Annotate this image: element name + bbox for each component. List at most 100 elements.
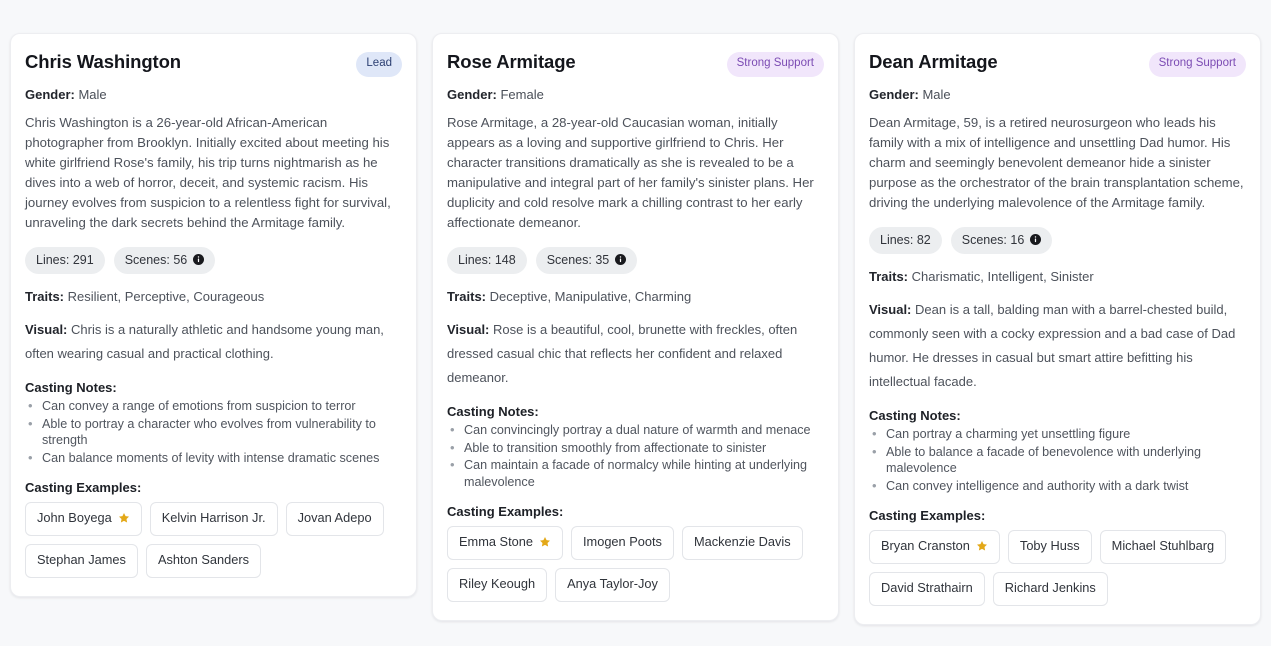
- visual-label: Visual:: [25, 322, 67, 337]
- casting-example-chip[interactable]: Bryan Cranston: [869, 530, 1000, 564]
- casting-examples-title: Casting Examples:: [869, 508, 1246, 523]
- casting-notes-list: Can convincingly portray a dual nature o…: [447, 422, 824, 490]
- casting-example-chip[interactable]: Jovan Adepo: [286, 502, 384, 536]
- casting-example-name: Kelvin Harrison Jr.: [162, 512, 266, 525]
- traits-label: Traits:: [25, 289, 64, 304]
- traits-value: Deceptive, Manipulative, Charming: [490, 289, 692, 304]
- casting-example-chip[interactable]: Kelvin Harrison Jr.: [150, 502, 278, 536]
- character-card: Rose Armitage Strong Support Gender: Femal…: [432, 33, 839, 621]
- role-badge: Strong Support: [1149, 52, 1246, 77]
- casting-example-name: Richard Jenkins: [1005, 582, 1096, 595]
- scenes-stat-label: Scenes: 16: [962, 234, 1025, 247]
- scenes-stat-chip: Scenes: 16: [951, 227, 1053, 255]
- casting-example-name: Imogen Poots: [583, 536, 662, 549]
- casting-examples-title: Casting Examples:: [447, 504, 824, 519]
- casting-example-name: Jovan Adepo: [298, 512, 372, 525]
- lines-stat-label: Lines: 148: [458, 254, 516, 267]
- casting-example-chip[interactable]: Riley Keough: [447, 568, 547, 602]
- character-description: Rose Armitage, a 28-year-old Caucasian w…: [447, 113, 824, 233]
- gender-value: Male: [78, 87, 106, 102]
- character-name: Rose Armitage: [447, 50, 576, 73]
- info-icon[interactable]: [193, 254, 204, 265]
- casting-example-chip[interactable]: Emma Stone: [447, 526, 563, 560]
- traits-label: Traits:: [869, 269, 908, 284]
- visual-line: Visual: Rose is a beautiful, cool, brune…: [447, 318, 824, 390]
- card-header: Rose Armitage Strong Support: [447, 50, 824, 77]
- casting-example-chip[interactable]: Richard Jenkins: [993, 572, 1108, 606]
- card-header: Dean ArmitageStrong Support: [869, 50, 1246, 77]
- traits-value: Charismatic, Intelligent, Sinister: [912, 269, 1094, 284]
- casting-note-item: Can maintain a facade of normalcy while …: [464, 457, 824, 490]
- lines-stat-label: Lines: 82: [880, 234, 931, 247]
- gender-label: Gender:: [869, 87, 919, 102]
- casting-examples-list: Emma Stone Imogen Poots Mackenzie Davis Ril…: [447, 526, 824, 602]
- visual-value: Chris is a naturally athletic and handso…: [25, 322, 384, 361]
- casting-notes-list: Can convey a range of emotions from susp…: [25, 398, 402, 466]
- scenes-stat-label: Scenes: 35: [547, 254, 610, 267]
- lines-stat-label: Lines: 291: [36, 254, 94, 267]
- casting-examples-list: Bryan Cranston Toby Huss Michael Stuhlbarg…: [869, 530, 1246, 606]
- casting-example-chip[interactable]: Anya Taylor-Joy: [555, 568, 670, 602]
- character-name: Chris Washington: [25, 50, 181, 73]
- gender-value: Female: [500, 87, 543, 102]
- role-badge: Lead: [356, 52, 402, 77]
- gender-line: Gender: Male: [869, 87, 1246, 102]
- traits-line: Traits: Deceptive, Manipulative, Charmin…: [447, 288, 824, 306]
- casting-example-chip[interactable]: Toby Huss: [1008, 530, 1092, 564]
- gender-line: Gender: Female: [447, 87, 824, 102]
- casting-example-chip[interactable]: Mackenzie Davis: [682, 526, 803, 560]
- casting-note-item: Can convey a range of emotions from susp…: [42, 398, 402, 415]
- card-header: Chris Washington Lead: [25, 50, 402, 77]
- casting-example-chip[interactable]: Stephan James: [25, 544, 138, 578]
- gender-label: Gender:: [25, 87, 75, 102]
- visual-label: Visual:: [869, 302, 911, 317]
- lines-stat-chip: Lines: 148: [447, 247, 527, 275]
- casting-note-item: Can convincingly portray a dual nature o…: [464, 422, 824, 439]
- casting-example-name: Michael Stuhlbarg: [1112, 540, 1214, 553]
- scenes-stat-chip: Scenes: 35: [536, 247, 638, 275]
- role-badge: Strong Support: [727, 52, 824, 77]
- traits-line: Traits: Charismatic, Intelligent, Sinist…: [869, 268, 1246, 286]
- star-icon: [976, 540, 988, 552]
- info-icon[interactable]: [615, 254, 626, 265]
- visual-value: Dean is a tall, balding man with a barre…: [869, 302, 1235, 389]
- star-icon: [118, 512, 130, 524]
- lines-stat-chip: Lines: 291: [25, 247, 105, 275]
- traits-value: Resilient, Perceptive, Courageous: [68, 289, 265, 304]
- character-card-board: Chris Washington Lead Gender: Male Chris Wa…: [0, 0, 1271, 625]
- casting-notes-list: Can portray a charming yet unsettling fi…: [869, 426, 1246, 494]
- traits-line: Traits: Resilient, Perceptive, Courageou…: [25, 288, 402, 306]
- casting-example-chip[interactable]: Ashton Sanders: [146, 544, 261, 578]
- character-description: Dean Armitage, 59, is a retired neurosur…: [869, 113, 1246, 213]
- visual-line: Visual: Dean is a tall, balding man with…: [869, 298, 1246, 394]
- casting-note-item: Able to balance a facade of benevolence …: [886, 444, 1246, 477]
- star-icon: [539, 536, 551, 548]
- lines-stat-chip: Lines: 82: [869, 227, 942, 255]
- stat-row: Lines: 82 Scenes: 16: [869, 227, 1246, 255]
- casting-example-name: Ashton Sanders: [158, 554, 249, 567]
- casting-example-name: Bryan Cranston: [881, 540, 970, 553]
- visual-line: Visual: Chris is a naturally athletic an…: [25, 318, 402, 366]
- gender-label: Gender:: [447, 87, 497, 102]
- stat-row: Lines: 291 Scenes: 56: [25, 247, 402, 275]
- casting-example-name: Emma Stone: [459, 536, 533, 549]
- casting-example-chip[interactable]: David Strathairn: [869, 572, 985, 606]
- casting-notes-title: Casting Notes:: [869, 408, 1246, 423]
- visual-label: Visual:: [447, 322, 489, 337]
- info-icon[interactable]: [1030, 234, 1041, 245]
- casting-examples-list: John Boyega Kelvin Harrison Jr. Jovan Adep…: [25, 502, 402, 578]
- scenes-stat-label: Scenes: 56: [125, 254, 188, 267]
- casting-example-name: Stephan James: [37, 554, 126, 567]
- casting-note-item: Can portray a charming yet unsettling fi…: [886, 426, 1246, 443]
- character-card: Dean ArmitageStrong Support Gender: Male D…: [854, 33, 1261, 625]
- casting-example-chip[interactable]: John Boyega: [25, 502, 142, 536]
- casting-note-item: Can convey intelligence and authority wi…: [886, 478, 1246, 495]
- casting-example-name: Anya Taylor-Joy: [567, 578, 658, 591]
- casting-example-chip[interactable]: Michael Stuhlbarg: [1100, 530, 1226, 564]
- casting-note-item: Able to transition smoothly from affecti…: [464, 440, 824, 457]
- casting-notes-title: Casting Notes:: [447, 404, 824, 419]
- casting-examples-title: Casting Examples:: [25, 480, 402, 495]
- casting-example-chip[interactable]: Imogen Poots: [571, 526, 674, 560]
- casting-notes-title: Casting Notes:: [25, 380, 402, 395]
- scenes-stat-chip: Scenes: 56: [114, 247, 216, 275]
